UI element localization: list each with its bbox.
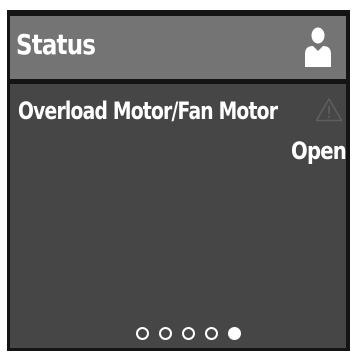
page-indicator <box>10 327 346 343</box>
user-icon[interactable] <box>303 26 333 68</box>
page-dot-3[interactable] <box>181 327 195 340</box>
status-header: Status <box>10 16 346 79</box>
status-panel: Overload Motor/Fan Motor Open <box>10 84 347 348</box>
warning-triangle-icon <box>315 98 343 122</box>
page-title: Status <box>16 28 96 61</box>
page-dot-1[interactable] <box>135 327 149 340</box>
fault-label: Overload Motor/Fan Motor <box>18 97 278 125</box>
page-dot-5-active[interactable] <box>227 327 241 340</box>
page-dot-4[interactable] <box>204 327 218 340</box>
fault-status-value: Open <box>291 137 347 165</box>
page-dot-2[interactable] <box>158 327 172 340</box>
